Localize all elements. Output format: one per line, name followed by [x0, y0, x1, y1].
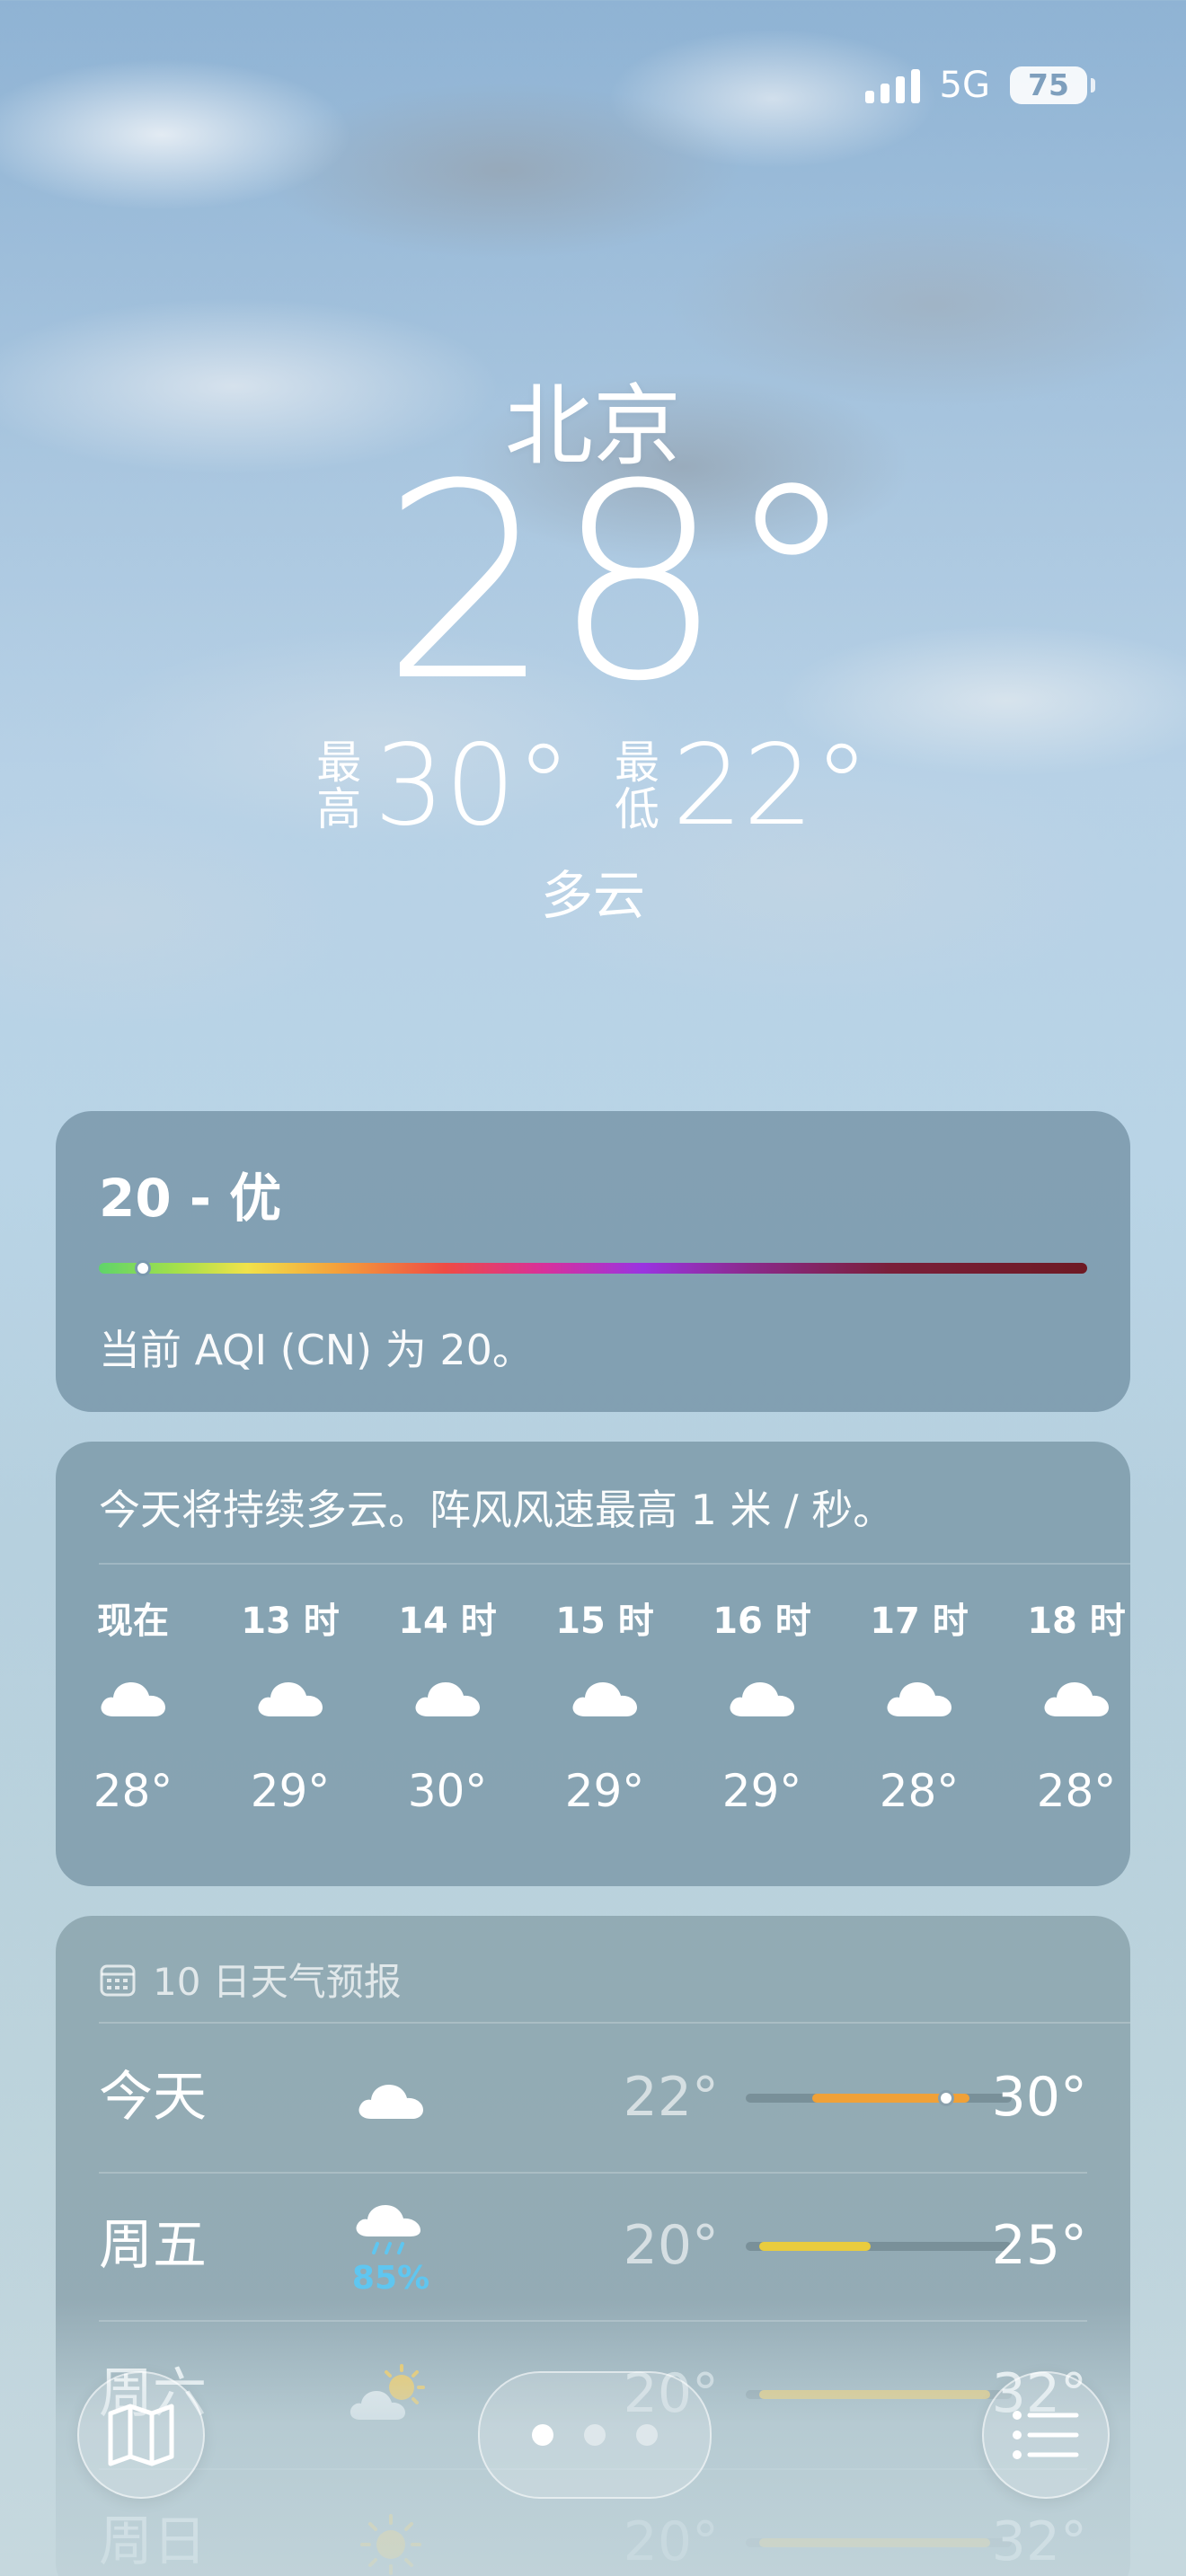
network-type: 5G [939, 65, 990, 106]
page-dot[interactable] [532, 2424, 553, 2446]
cellular-signal-icon [864, 67, 920, 103]
day-name: 今天 [99, 2066, 207, 2129]
hour-item: 现在 28° [75, 1594, 191, 1817]
hour-label: 现在 [97, 1601, 169, 1642]
high-low: 最高 30° 最低 22° [0, 728, 1186, 844]
temperature-range-fill [758, 2242, 872, 2251]
hour-temperature: 30° [407, 1765, 488, 1817]
page-indicator[interactable] [478, 2371, 712, 2499]
city-list-button[interactable] [982, 2371, 1110, 2499]
map-button[interactable] [77, 2371, 205, 2499]
low-temperature: 22° [672, 721, 870, 851]
hour-label: 13 时 [241, 1601, 340, 1642]
battery-icon: 75 [1010, 66, 1095, 104]
cloud-rain-icon: 85% [341, 2199, 440, 2298]
day-low-temperature: 22° [623, 2066, 719, 2129]
high-label: 最高 [316, 737, 362, 835]
hour-item: 14 时 30° [389, 1594, 506, 1817]
aqi-title: 20 - 优 [99, 1168, 282, 1229]
map-icon [108, 2404, 174, 2466]
air-quality-card[interactable]: 20 - 优 当前 AQI (CN) 为 20。 [56, 1111, 1130, 1412]
hour-item: 16 时 29° [704, 1594, 820, 1817]
cloud-icon [341, 2051, 440, 2149]
hourly-summary: 今天将持续多云。阵风风速最高 1 米 / 秒。 [99, 1486, 895, 1534]
hour-label: 16 时 [712, 1601, 811, 1642]
cloud-icon [861, 1648, 978, 1747]
calendar-icon [100, 1964, 136, 1996]
status-bar: 5G 75 [864, 63, 1095, 108]
hour-label: 15 时 [555, 1601, 654, 1642]
cloud-icon [704, 1648, 820, 1747]
hour-item: 13 时 29° [232, 1594, 349, 1817]
hourly-forecast-card[interactable]: 今天将持续多云。阵风风速最高 1 米 / 秒。 现在 28° 13 时 29° 14 时… [56, 1442, 1130, 1886]
cloud-icon [546, 1648, 663, 1747]
hour-temperature: 29° [721, 1765, 802, 1817]
precipitation-chance: 85% [351, 2259, 430, 2297]
hour-label: 17 时 [870, 1601, 969, 1642]
ten-day-header: 10 日天气预报 [99, 1952, 402, 2007]
temperature-range-bar [746, 2242, 1012, 2251]
cloud-icon [75, 1648, 191, 1747]
aqi-indicator [135, 1260, 151, 1276]
hour-label: 18 时 [1027, 1601, 1126, 1642]
hour-item: 17 时 28° [861, 1594, 978, 1817]
current-temperature: 28° [381, 427, 859, 740]
weather-condition: 多云 [540, 865, 645, 926]
hour-temperature: 28° [1036, 1765, 1117, 1817]
day-high-temperature: 30° [991, 2066, 1087, 2129]
day-high-temperature: 25° [991, 2214, 1087, 2277]
list-icon [1013, 2411, 1079, 2459]
hour-temperature: 28° [93, 1765, 173, 1817]
hour-item: 18 时 28° [1018, 1594, 1130, 1817]
ten-day-title: 10 日天气预报 [153, 1960, 402, 2004]
hour-label: 14 时 [398, 1601, 497, 1642]
day-row[interactable]: 今天 22° 30° [99, 2024, 1087, 2171]
hour-item: 15 时 29° [546, 1594, 663, 1817]
hourly-scroll-row[interactable]: 现在 28° 13 时 29° 14 时 30° 15 时 29° 16 时 29° 17 时 28°… [56, 1594, 1130, 1873]
high-temperature: 30° [374, 721, 571, 851]
page-dot[interactable] [636, 2424, 658, 2446]
day-name: 周五 [99, 2214, 207, 2277]
page-dot[interactable] [584, 2424, 606, 2446]
hour-temperature: 29° [250, 1765, 331, 1817]
hour-temperature: 28° [879, 1765, 960, 1817]
cloud-icon [389, 1648, 506, 1747]
current-temperature-marker [938, 2090, 954, 2106]
temperature-range-bar [746, 2090, 1012, 2106]
aqi-description: 当前 AQI (CN) 为 20。 [99, 1326, 534, 1374]
low-label: 最低 [615, 737, 659, 835]
divider [99, 1563, 1130, 1565]
day-low-temperature: 20° [623, 2214, 719, 2277]
day-row[interactable]: 周五 85% 20° 25° [99, 2172, 1087, 2319]
hour-temperature: 29° [564, 1765, 645, 1817]
cloud-icon [232, 1648, 349, 1747]
aqi-scale-bar [99, 1260, 1087, 1276]
cloud-icon [1018, 1648, 1130, 1747]
